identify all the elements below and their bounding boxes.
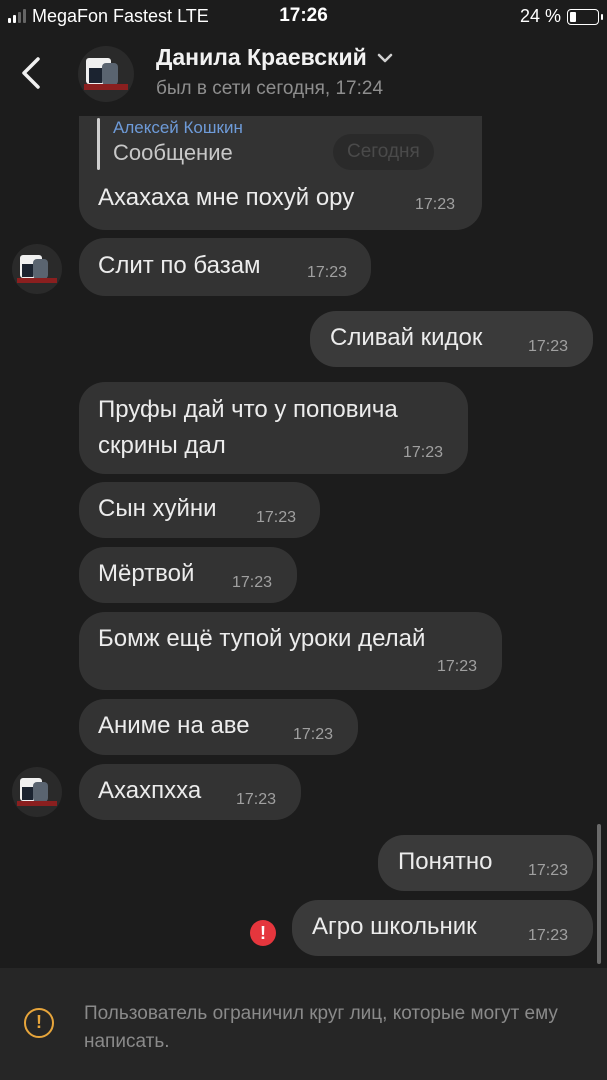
message-text: Слит по базам bbox=[98, 252, 261, 279]
message-time: 17:23 bbox=[232, 574, 273, 591]
message-text: Сын хуйни bbox=[98, 495, 217, 522]
message-text: Агро школьник bbox=[312, 913, 477, 940]
reply-bar bbox=[97, 118, 100, 170]
chevron-down-icon bbox=[377, 53, 393, 62]
message-text: Аниме на аве bbox=[98, 712, 250, 739]
battery-level bbox=[570, 11, 576, 22]
error-icon[interactable]: ! bbox=[250, 920, 276, 946]
message-bubble[interactable]: Аниме на аве 17:23 bbox=[79, 699, 358, 755]
reply-text: Сообщение bbox=[113, 140, 233, 165]
message-text: Понятно bbox=[398, 848, 493, 875]
message-time: 17:23 bbox=[528, 338, 569, 355]
battery-icon bbox=[567, 8, 603, 25]
scrollbar[interactable] bbox=[597, 824, 601, 964]
status-time: 17:26 bbox=[279, 5, 328, 26]
message-bubble[interactable]: Сын хуйни 17:23 bbox=[79, 482, 320, 538]
last-seen: был в сети сегодня, 17:24 bbox=[156, 78, 384, 99]
message-text: Ахахаха мне похуй ору bbox=[98, 184, 355, 211]
message-bubble[interactable]: Сливай кидок 17:23 bbox=[310, 311, 593, 367]
date-pill: Сегодня bbox=[333, 134, 434, 170]
reply-author: Алексей Кошкин bbox=[113, 118, 243, 137]
message-time: 17:23 bbox=[403, 444, 444, 461]
message-text-line2: скрины дал bbox=[98, 432, 226, 459]
contact-name[interactable]: Данила Краевский bbox=[156, 44, 393, 71]
avatar[interactable] bbox=[12, 767, 62, 817]
back-chevron-icon bbox=[22, 57, 40, 89]
avatar[interactable] bbox=[78, 46, 134, 102]
contact-name-label: Данила Краевский bbox=[156, 44, 367, 70]
message-text: Сливай кидок bbox=[330, 324, 483, 351]
warning-icon: ! bbox=[24, 1008, 54, 1038]
message-bubble[interactable]: Алексей Кошкин Сообщение Сегодня Ахахаха… bbox=[79, 116, 482, 230]
message-text: Ахахпхха bbox=[98, 777, 202, 804]
status-bar: MegaFon Fastest LTE 17:26 24 % bbox=[0, 0, 607, 34]
message-bubble[interactable]: Бомж ещё тупой уроки делай 17:23 bbox=[79, 612, 502, 690]
message-bubble[interactable]: Мёртвой 17:23 bbox=[79, 547, 297, 603]
message-bubble[interactable]: Ахахпхха 17:23 bbox=[79, 764, 301, 820]
chat-header: Данила Краевский был в сети сегодня, 17:… bbox=[0, 34, 607, 116]
message-text: Бомж ещё тупой уроки делай bbox=[98, 625, 426, 652]
message-time: 17:23 bbox=[437, 658, 478, 675]
message-time: 17:23 bbox=[528, 862, 569, 879]
message-bubble[interactable]: Слит по базам 17:23 bbox=[79, 238, 371, 296]
message-time: 17:23 bbox=[307, 264, 348, 281]
message-time: 17:23 bbox=[256, 509, 297, 526]
restriction-footer: ! Пользователь ограничил круг лиц, котор… bbox=[0, 968, 607, 1080]
message-time: 17:23 bbox=[415, 196, 456, 213]
message-text: Мёртвой bbox=[98, 560, 195, 587]
message-bubble[interactable]: Агро школьник 17:23 bbox=[292, 900, 593, 956]
message-bubble[interactable]: Понятно 17:23 bbox=[378, 835, 593, 891]
battery: 24 % bbox=[519, 6, 603, 27]
message-bubble[interactable]: Пруфы дай что у поповича скрины дал 17:2… bbox=[79, 382, 468, 474]
message-time: 17:23 bbox=[528, 927, 569, 944]
battery-percent: 24 % bbox=[519, 6, 561, 26]
message-time: 17:23 bbox=[236, 791, 277, 808]
message-time: 17:23 bbox=[293, 726, 334, 743]
restriction-notice: Пользователь ограничил круг лиц, которые… bbox=[84, 1003, 558, 1052]
message-list[interactable]: Алексей Кошкин Сообщение Сегодня Ахахаха… bbox=[0, 116, 607, 968]
back-button[interactable] bbox=[14, 50, 48, 96]
avatar[interactable] bbox=[12, 244, 62, 294]
message-text-line1: Пруфы дай что у поповича bbox=[98, 396, 398, 423]
